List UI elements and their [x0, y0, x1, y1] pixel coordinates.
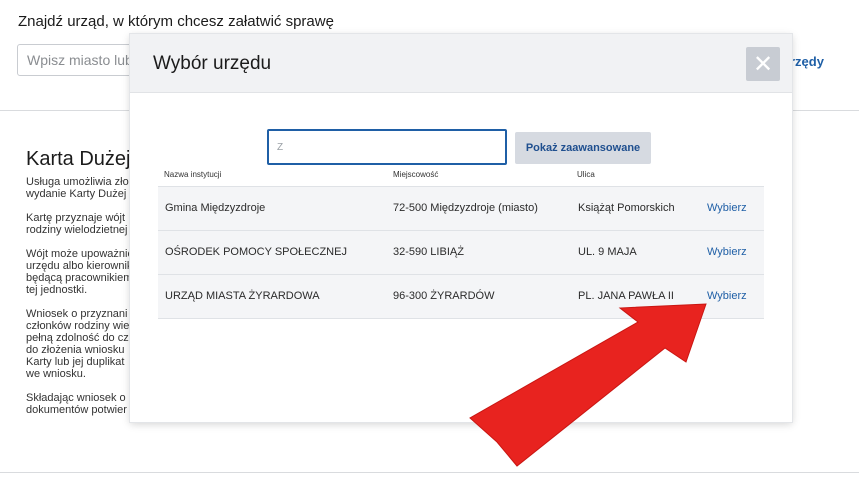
page-heading: Znajdź urząd, w którym chcesz załatwić s…	[18, 13, 334, 30]
paragraph-line: do złożenia wniosku	[26, 344, 125, 356]
paragraph-line: Składając wniosek o	[26, 392, 126, 404]
paragraph-line: wydanie Karty Dużej	[26, 188, 127, 200]
paragraph-5: Składając wniosek o dokumentów potwier	[26, 392, 136, 416]
paragraph-3: Wójt może upoważnić urzędu albo kierowni…	[26, 248, 136, 296]
institution-street: UL. 9 MAJA	[578, 246, 637, 258]
paragraph-2: Kartę przyznaje wójt rodziny wielodzietn…	[26, 212, 136, 236]
institutions-table: Gmina Międzyzdroje 72-500 Międzyzdroje (…	[158, 186, 764, 319]
table-row: Gmina Międzyzdroje 72-500 Międzyzdroje (…	[158, 186, 764, 231]
paragraph-line: Wójt może upoważnić	[26, 248, 133, 260]
column-header-name: Nazwa instytucji	[164, 170, 222, 179]
offices-link[interactable]: rzędy	[790, 54, 824, 69]
paragraph-4: Wniosek o przyznani członków rodziny wie…	[26, 308, 136, 380]
table-row: OŚRODEK POMOCY SPOŁECZNEJ 32-590 LIBIĄŻ …	[158, 231, 764, 275]
column-header-city: Miejscowość	[393, 170, 439, 179]
show-advanced-button[interactable]: Pokaż zaawansowane	[515, 132, 651, 164]
paragraph-line: we wniosku.	[26, 368, 86, 380]
institution-street: Książąt Pomorskich	[578, 202, 675, 214]
paragraph-line: tej jednostki.	[26, 284, 88, 296]
paragraph-line: Karty lub jej duplikat	[26, 356, 125, 368]
paragraph-line: Kartę przyznaje wójt	[26, 212, 126, 224]
paragraph-line: dokumentów potwier	[26, 404, 127, 416]
select-link[interactable]: Wybierz	[707, 290, 747, 302]
paragraph-line: rodziny wielodzietnej	[26, 224, 128, 236]
paragraph-line: członków rodziny wie	[26, 320, 130, 332]
paragraph-1: Usługa umożliwia zło wydanie Karty Dużej	[26, 176, 136, 200]
section-title: Karta Dużej	[26, 148, 131, 170]
institution-name: OŚRODEK POMOCY SPOŁECZNEJ	[165, 246, 347, 258]
office-picker-modal: Wybór urzędu ✕ Pokaż zaawansowane Nazwa …	[130, 34, 792, 422]
paragraph-line: urzędu albo kierownik	[26, 260, 133, 272]
institution-name: URZĄD MIASTA ŻYRARDOWA	[165, 290, 320, 302]
modal-header: Wybór urzędu ✕	[130, 34, 792, 93]
paragraph-line: Wniosek o przyznani	[26, 308, 128, 320]
institution-city: 72-500 Międzyzdroje (miasto)	[393, 202, 538, 214]
paragraph-line: pełną zdolność do cz	[26, 332, 129, 344]
column-header-street: Ulica	[577, 170, 595, 179]
institution-city: 96-300 ŻYRARDÓW	[393, 290, 495, 302]
institution-city: 32-590 LIBIĄŻ	[393, 246, 464, 258]
paragraph-line: Usługa umożliwia zło	[26, 176, 129, 188]
table-row: URZĄD MIASTA ŻYRARDOWA 96-300 ŻYRARDÓW P…	[158, 275, 764, 319]
institution-name: Gmina Międzyzdroje	[165, 202, 266, 214]
modal-title: Wybór urzędu	[153, 53, 272, 74]
office-search-input[interactable]: Wpisz miasto lub	[17, 44, 147, 76]
paragraph-line: będącą pracownikiem	[26, 272, 133, 284]
close-icon: ✕	[752, 50, 774, 78]
institution-search-input[interactable]	[267, 129, 507, 165]
divider-bottom	[0, 472, 859, 473]
close-button[interactable]: ✕	[746, 47, 780, 81]
select-link[interactable]: Wybierz	[707, 202, 747, 214]
institution-street: PL. JANA PAWŁA II	[578, 290, 674, 302]
select-link[interactable]: Wybierz	[707, 246, 747, 258]
